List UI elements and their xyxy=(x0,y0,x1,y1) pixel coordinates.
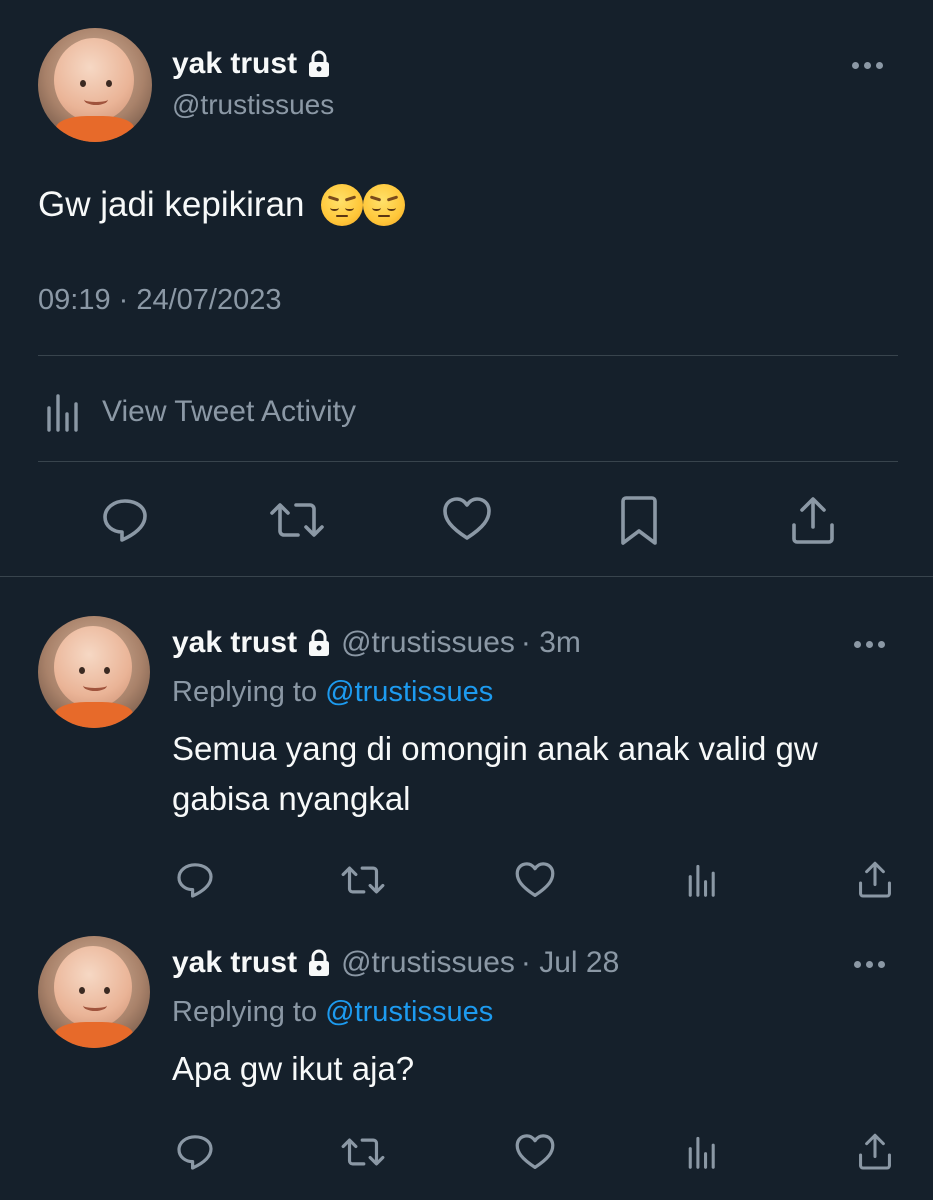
handle[interactable]: @trustissues xyxy=(172,89,334,121)
analytics-icon xyxy=(44,390,84,434)
main-tweet: yak trust @trustissues Gw jadi kepikiran… xyxy=(0,0,933,578)
like-icon[interactable] xyxy=(514,860,556,900)
retweet-icon[interactable] xyxy=(340,860,386,900)
handle[interactable]: @trustissues xyxy=(341,626,515,660)
reply-tweet[interactable]: yak trust @trustissues · 3m Replying to … xyxy=(0,616,933,898)
reply-tweet[interactable]: yak trust @trustissues · Jul 28 Replying… xyxy=(0,936,933,1200)
tweet-text-body: Gw jadi kepikiran xyxy=(38,185,305,224)
like-icon[interactable] xyxy=(441,495,493,543)
share-icon[interactable] xyxy=(788,495,838,547)
lock-icon xyxy=(307,949,331,977)
timestamp[interactable]: 09:19 · 24/07/2023 xyxy=(38,284,281,317)
display-name[interactable]: yak trust xyxy=(172,47,331,81)
retweet-icon[interactable] xyxy=(268,495,326,545)
reply-icon[interactable] xyxy=(100,495,150,545)
lock-icon xyxy=(307,50,331,78)
retweet-icon[interactable] xyxy=(340,1132,386,1172)
share-icon[interactable] xyxy=(856,1132,894,1172)
reply-icon[interactable] xyxy=(175,860,215,900)
tweet-text: Gw jadi kepikiran xyxy=(38,184,405,226)
analytics-icon[interactable] xyxy=(686,1132,720,1172)
replying-prefix: Replying to xyxy=(172,996,318,1028)
replying-to: Replying to @trustissues xyxy=(172,996,493,1029)
more-options-icon[interactable] xyxy=(854,961,885,968)
divider xyxy=(38,461,898,462)
avatar[interactable] xyxy=(38,616,150,728)
more-options-icon[interactable] xyxy=(854,641,885,648)
display-name[interactable]: yak trust xyxy=(172,946,297,980)
reply-text: Apa gw ikut aja? xyxy=(172,1050,415,1087)
reply-text: Semua yang di omongin anak anak valid gw… xyxy=(172,730,818,817)
more-options-icon[interactable] xyxy=(852,62,883,69)
pensive-face-icon xyxy=(362,184,405,226)
tweet-actions xyxy=(0,495,933,551)
replying-to: Replying to @trustissues xyxy=(172,676,493,709)
relative-time[interactable]: · Jul 28 xyxy=(521,946,619,980)
reply-icon[interactable] xyxy=(175,1132,215,1172)
divider xyxy=(0,576,933,577)
divider xyxy=(38,355,898,356)
share-icon[interactable] xyxy=(856,860,894,900)
reply-header: yak trust @trustissues · 3m xyxy=(172,626,581,660)
activity-label: View Tweet Activity xyxy=(102,395,357,428)
display-name-text[interactable]: yak trust xyxy=(172,47,297,81)
display-name[interactable]: yak trust xyxy=(172,626,297,660)
reply-header: yak trust @trustissues · Jul 28 xyxy=(172,946,619,980)
pensive-face-icon xyxy=(320,184,363,226)
avatar[interactable] xyxy=(38,936,150,1048)
like-icon[interactable] xyxy=(514,1132,556,1172)
handle[interactable]: @trustissues xyxy=(341,946,515,980)
relative-time[interactable]: · 3m xyxy=(521,626,581,660)
reply-actions xyxy=(0,1132,933,1172)
view-tweet-activity[interactable]: View Tweet Activity xyxy=(44,390,356,434)
replying-to-link[interactable]: @trustissues xyxy=(325,996,493,1028)
replying-prefix: Replying to xyxy=(172,676,318,708)
bookmark-icon[interactable] xyxy=(618,495,660,547)
avatar[interactable] xyxy=(38,28,152,142)
analytics-icon[interactable] xyxy=(686,860,720,900)
reply-actions xyxy=(0,860,933,900)
replying-to-link[interactable]: @trustissues xyxy=(325,676,493,708)
lock-icon xyxy=(307,629,331,657)
